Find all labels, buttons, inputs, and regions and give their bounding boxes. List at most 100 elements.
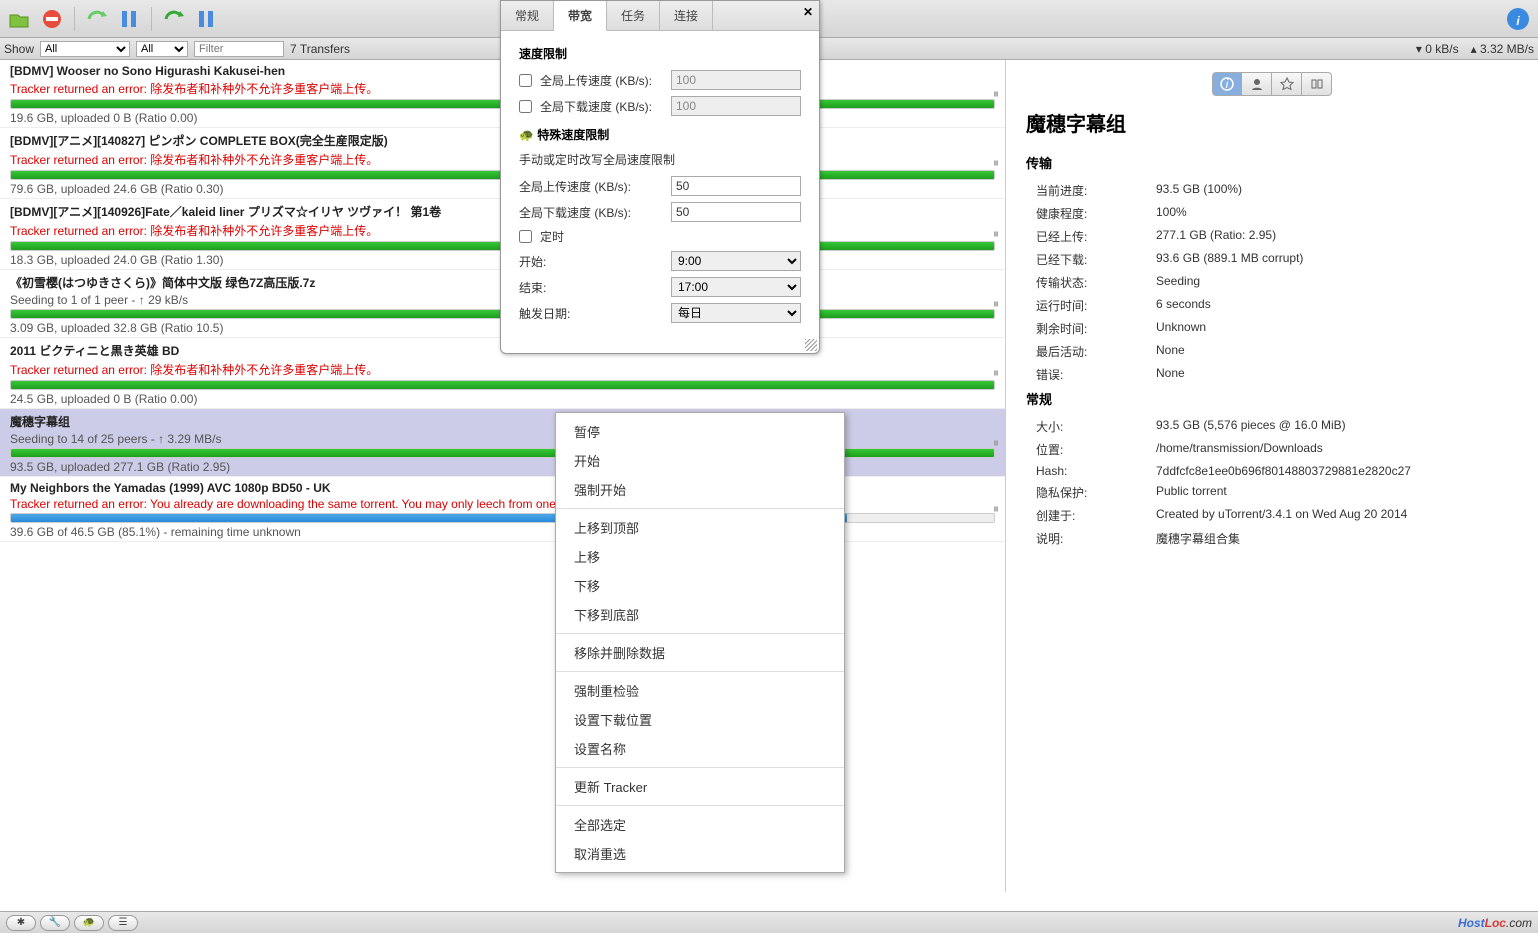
- detail-row: 隐私保护:Public torrent: [1036, 484, 1526, 501]
- torrent-row[interactable]: My Neighbors the Yamadas (1999) AVC 1080…: [0, 477, 1005, 542]
- pause-icon[interactable]: ⏸: [993, 227, 999, 242]
- detail-row: 运行时间:6 seconds: [1036, 297, 1526, 314]
- remove-button[interactable]: [38, 5, 66, 33]
- tab-tasks[interactable]: 任务: [607, 1, 660, 30]
- progress-bar: [10, 513, 995, 523]
- status-bar: ✱ 🔧 🐢 ☰ HostLoc.com: [0, 911, 1538, 933]
- detail-row: Hash:7ddfcfc8e1ee0b696f80148803729881e28…: [1036, 464, 1526, 478]
- detail-title: 魔穗字幕组: [1018, 108, 1526, 137]
- end-time-select[interactable]: 17:00: [671, 277, 801, 297]
- context-menu-item[interactable]: 上移: [556, 542, 844, 571]
- pause-button[interactable]: [115, 5, 143, 33]
- settings-gear-button[interactable]: ✱: [6, 915, 36, 931]
- context-menu: 暂停开始强制开始上移到顶部上移下移下移到底部移除并删除数据强制重检验设置下载位置…: [555, 412, 845, 873]
- context-menu-item[interactable]: 强制开始: [556, 475, 844, 504]
- pause-icon[interactable]: ⏸: [993, 366, 999, 381]
- context-menu-item[interactable]: 移除并删除数据: [556, 638, 844, 667]
- pause-icon[interactable]: ⏸: [993, 86, 999, 101]
- context-menu-item[interactable]: 强制重检验: [556, 676, 844, 705]
- detail-key: 当前进度:: [1036, 182, 1156, 199]
- details-sidebar: i 魔穗字幕组 传输 当前进度:93.5 GB (100%)健康程度:100%已…: [1005, 60, 1538, 892]
- detail-row: 健康程度:100%: [1036, 205, 1526, 222]
- detail-key: Hash:: [1036, 464, 1156, 478]
- context-menu-item[interactable]: 开始: [556, 446, 844, 475]
- detail-row: 当前进度:93.5 GB (100%): [1036, 182, 1526, 199]
- global-upload-input[interactable]: [671, 70, 801, 90]
- detail-key: 创建于:: [1036, 507, 1156, 524]
- start-label: 开始:: [519, 253, 663, 270]
- settings-dialog: 常规 带宽 任务 连接 ✕ 速度限制 全局上传速度 (KB/s): 全局下载速度…: [500, 0, 820, 354]
- detail-key: 剩余时间:: [1036, 320, 1156, 337]
- trigger-label: 触发日期:: [519, 305, 663, 322]
- detail-value: 93.5 GB (100%): [1156, 182, 1242, 199]
- alt-upload-label: 全局上传速度 (KB/s):: [519, 178, 663, 195]
- detail-row: 错误:None: [1036, 366, 1526, 383]
- tab-connections[interactable]: 连接: [660, 1, 713, 30]
- alt-download-input[interactable]: [671, 202, 801, 222]
- global-download-check[interactable]: [519, 100, 532, 113]
- svg-text:i: i: [1226, 77, 1229, 91]
- detail-key: 最后活动:: [1036, 343, 1156, 360]
- detail-row: 位置:/home/transmission/Downloads: [1036, 441, 1526, 458]
- start-all-button[interactable]: [160, 5, 188, 33]
- pause-icon[interactable]: ⏸: [993, 156, 999, 171]
- tab-trackers[interactable]: [1272, 72, 1302, 96]
- detail-value: 6 seconds: [1156, 297, 1211, 314]
- resize-handle[interactable]: [805, 339, 817, 351]
- context-menu-item[interactable]: 下移: [556, 571, 844, 600]
- close-icon[interactable]: ✕: [803, 5, 813, 19]
- open-button[interactable]: [6, 5, 34, 33]
- pause-icon[interactable]: ⏸: [993, 296, 999, 311]
- start-button[interactable]: [83, 5, 111, 33]
- detail-value: 100%: [1156, 205, 1187, 222]
- filter-input[interactable]: [194, 41, 284, 57]
- trigger-day-select[interactable]: 每日: [671, 303, 801, 323]
- detail-value: 魔穗字幕组合集: [1156, 530, 1240, 547]
- detail-value: 93.6 GB (889.1 MB corrupt): [1156, 251, 1303, 268]
- state-filter-select[interactable]: All: [40, 41, 130, 57]
- pause-icon[interactable]: ⏸: [993, 502, 999, 517]
- detail-value: 277.1 GB (Ratio: 2.95): [1156, 228, 1276, 245]
- context-menu-item[interactable]: 暂停: [556, 417, 844, 446]
- detail-row: 说明:魔穗字幕组合集: [1036, 530, 1526, 547]
- schedule-check[interactable]: [519, 230, 532, 243]
- alt-upload-input[interactable]: [671, 176, 801, 196]
- context-menu-item[interactable]: 取消重选: [556, 839, 844, 868]
- global-upload-label: 全局上传速度 (KB/s):: [540, 72, 663, 89]
- detail-row: 已经上传:277.1 GB (Ratio: 2.95): [1036, 228, 1526, 245]
- torrent-footer: 39.6 GB of 46.5 GB (85.1%) - remaining t…: [10, 525, 995, 539]
- turtle-toggle-button[interactable]: 🐢: [74, 915, 104, 931]
- alt-download-label: 全局下载速度 (KB/s):: [519, 204, 663, 221]
- context-menu-item[interactable]: 设置名称: [556, 734, 844, 763]
- detail-value: Created by uTorrent/3.4.1 on Wed Aug 20 …: [1156, 507, 1407, 524]
- global-upload-check[interactable]: [519, 74, 532, 87]
- context-menu-item[interactable]: 更新 Tracker: [556, 772, 844, 801]
- global-download-input[interactable]: [671, 96, 801, 116]
- tracker-filter-select[interactable]: All: [136, 41, 188, 57]
- alt-speed-subtitle: 手动或定时改写全局速度限制: [519, 151, 801, 168]
- detail-key: 位置:: [1036, 441, 1156, 458]
- detail-value: None: [1156, 366, 1185, 383]
- menu-separator: [556, 671, 844, 672]
- tab-peers[interactable]: [1242, 72, 1272, 96]
- alt-speed-heading: 特殊速度限制: [537, 128, 609, 142]
- detail-row: 传输状态:Seeding: [1036, 274, 1526, 291]
- info-button[interactable]: i: [1504, 5, 1532, 33]
- end-label: 结束:: [519, 279, 663, 296]
- detail-value: /home/transmission/Downloads: [1156, 441, 1323, 458]
- start-time-select[interactable]: 9:00: [671, 251, 801, 271]
- pause-icon[interactable]: ⏸: [993, 435, 999, 450]
- tab-bandwidth[interactable]: 带宽: [554, 1, 607, 31]
- torrent-row[interactable]: 魔穗字幕组Seeding to 14 of 25 peers - ↑ 3.29 …: [0, 409, 1005, 477]
- tab-general[interactable]: 常规: [501, 1, 554, 30]
- context-menu-item[interactable]: 设置下载位置: [556, 705, 844, 734]
- tab-files[interactable]: [1302, 72, 1332, 96]
- context-menu-item[interactable]: 全部选定: [556, 810, 844, 839]
- list-toggle-button[interactable]: ☰: [108, 915, 138, 931]
- prefs-wrench-button[interactable]: 🔧: [40, 915, 70, 931]
- detail-key: 传输状态:: [1036, 274, 1156, 291]
- context-menu-item[interactable]: 上移到顶部: [556, 513, 844, 542]
- context-menu-item[interactable]: 下移到底部: [556, 600, 844, 629]
- tab-info[interactable]: i: [1212, 72, 1242, 96]
- pause-all-button[interactable]: [192, 5, 220, 33]
